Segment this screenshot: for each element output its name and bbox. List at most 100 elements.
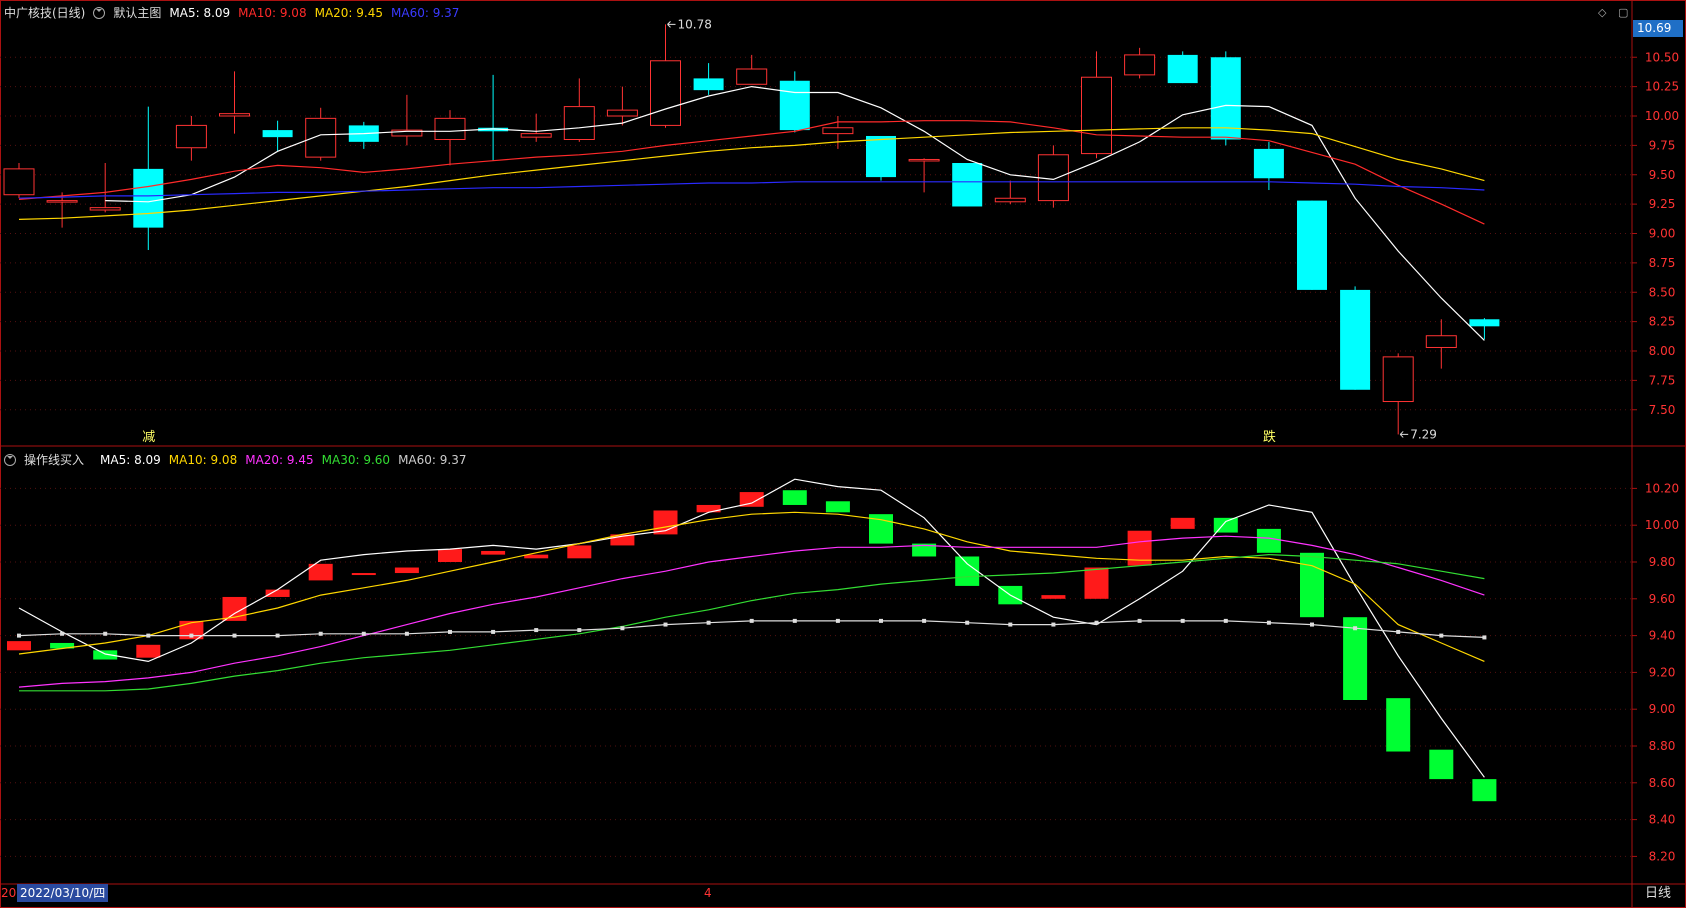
- sub-ma-line-ma60-dot: [577, 628, 582, 633]
- high-arrow: [667, 20, 676, 28]
- current-price-tag: 10.69: [1633, 20, 1683, 37]
- main-ma-label-0: MA5: 8.09: [169, 6, 231, 20]
- panel-controls[interactable]: ◇ ▢: [1598, 6, 1632, 19]
- sub-ma-line-ma60-dot: [103, 631, 108, 636]
- indicator-bar-down: [1386, 698, 1411, 752]
- main-y-tick: 9.25: [1649, 197, 1676, 211]
- sub-ma-line-ma60-dot: [318, 631, 323, 636]
- sub-ma-label-2: MA20: 9.45: [245, 453, 314, 467]
- sub-y-tick: 8.80: [1649, 739, 1676, 753]
- indicator-bar-up: [1084, 567, 1109, 599]
- sub-y-tick: 8.20: [1649, 849, 1676, 863]
- period-selector[interactable]: 日线: [1633, 884, 1683, 904]
- sub-ma-line-ma60-dot: [448, 629, 452, 634]
- indicator-bar-down: [1472, 779, 1497, 802]
- main-chart-name[interactable]: 默认主图: [113, 3, 161, 23]
- sub-ma-line-ma60-dot: [534, 628, 539, 633]
- indicator-bar-up: [481, 550, 506, 555]
- sub-ma-line-ma60-dot: [146, 633, 151, 638]
- candle-body-down: [1210, 57, 1241, 140]
- sub-ma-line-ma60-dot: [620, 626, 625, 631]
- main-y-tick: 8.50: [1649, 285, 1676, 299]
- candle-body-up: [3, 168, 35, 196]
- sub-ma-line-ma60-dot: [1439, 633, 1444, 638]
- indicator-bar-up: [1041, 595, 1066, 599]
- candle-body-down: [866, 135, 896, 178]
- candle-body-up: [219, 113, 250, 117]
- sub-y-tick: 9.20: [1649, 665, 1676, 679]
- main-y-tick: 10.25: [1645, 80, 1679, 94]
- signal-left: 减: [142, 430, 155, 445]
- sub-ma-line-ma60-dot: [663, 622, 668, 627]
- sub-y-tick: 10.00: [1645, 518, 1679, 532]
- sub-y-tick: 9.40: [1649, 629, 1676, 643]
- sub-ma-label-0: MA5: 8.09: [100, 453, 161, 467]
- sub-ma-line-ma60-dot: [835, 618, 840, 623]
- main-y-tick: 8.00: [1649, 344, 1676, 358]
- main-y-tick: 8.75: [1649, 256, 1676, 270]
- indicator-bar-up: [696, 504, 721, 513]
- sub-ma-line-ma60-dot: [1137, 618, 1142, 623]
- main-y-tick: 7.75: [1649, 373, 1676, 387]
- candle-body-up: [520, 133, 552, 138]
- candle-body-up: [1382, 356, 1414, 403]
- indicator-bar-up: [136, 644, 161, 658]
- main-ma-label-3: MA60: 9.37: [391, 6, 460, 20]
- sub-y-tick: 9.80: [1649, 555, 1676, 569]
- indicator-bar-down: [782, 490, 807, 505]
- sub-y-tick: 9.60: [1649, 592, 1676, 606]
- sub-ma-legend: MA5: 8.09 MA10: 9.08 MA20: 9.45 MA30: 9.60 M…: [100, 450, 466, 470]
- sub-y-tick: 10.20: [1645, 481, 1679, 495]
- sub-ma-line-ma60-dot: [1482, 635, 1487, 640]
- main-ma-label-2: MA20: 9.45: [314, 6, 384, 20]
- candle-body-up: [1124, 54, 1156, 76]
- candle-body-up: [434, 117, 466, 140]
- sub-ma-line-ma60-dot: [1180, 618, 1185, 623]
- sub-ma-line-ma60-dot: [1396, 629, 1401, 634]
- candle-body-up: [650, 60, 681, 126]
- candle-body-down: [1340, 289, 1371, 390]
- main-y-tick: 10.00: [1645, 109, 1679, 123]
- candle-body-up: [89, 207, 121, 211]
- main-panel-header: 中广核技(日线) 默认主图 MA5: 8.09 MA10: 9.08 MA20: 9…: [4, 3, 459, 23]
- candle-body-up: [175, 124, 207, 149]
- sub-ma-label-3: MA30: 9.60: [321, 453, 391, 467]
- indicator-bar-up: [1170, 517, 1195, 529]
- indicator-bar-up: [351, 573, 376, 576]
- sub-ma-line-ma60-dot: [275, 633, 280, 638]
- sub-y-tick: 9.00: [1649, 702, 1676, 716]
- chart-menu-icon[interactable]: [93, 7, 106, 19]
- main-y-tick: 8.25: [1649, 315, 1676, 329]
- indicator-menu-icon[interactable]: [4, 454, 16, 466]
- main-ma-line-ma60: [18, 181, 1485, 199]
- sub-panel-header: 操作线买入 MA5: 8.09 MA10: 9.08 MA20: 9.45 MA30:…: [4, 450, 466, 470]
- main-y-tick: 9.00: [1649, 227, 1676, 241]
- sub-ma-line-ma60-dot: [1310, 622, 1314, 627]
- sub-ma-line-ma60-dot: [361, 631, 366, 636]
- indicator-bar-up: [265, 589, 290, 597]
- sub-ma-line-ma60-dot: [60, 631, 65, 636]
- candle-body-down: [693, 78, 724, 91]
- sub-ma-line-ma60-dot: [1266, 620, 1271, 625]
- stock-title: 中广核技(日线): [4, 6, 86, 20]
- sub-ma-line-ma60-dot: [922, 618, 927, 623]
- indicator-bar-up: [438, 549, 462, 562]
- sub-ma-line-ma60-dot: [706, 620, 711, 625]
- sub-ma-line-ma60-dot: [792, 618, 797, 623]
- candle-body-down: [133, 168, 164, 228]
- sub-ma-line-ma60: [18, 620, 1485, 638]
- candle-body-up: [46, 200, 78, 203]
- indicator-name[interactable]: 操作线买入: [24, 450, 84, 470]
- sub-ma-line-ma60-dot: [879, 618, 883, 623]
- candle-body-down: [1469, 319, 1500, 327]
- sub-ma-label-1: MA10: 9.08: [168, 453, 238, 467]
- indicator-bar-down: [1256, 528, 1281, 553]
- indicator-bar-up: [7, 641, 31, 651]
- sub-ma-line-ma60-dot: [17, 633, 21, 638]
- sub-ma-line-ma60-dot: [1051, 622, 1056, 627]
- indicator-bar-up: [394, 567, 419, 574]
- candle-body-down: [779, 80, 810, 131]
- sub-ma-line-ma60-dot: [1008, 622, 1013, 627]
- sub-ma-line-ma60-dot: [965, 620, 970, 625]
- main-y-tick: 9.75: [1649, 138, 1676, 152]
